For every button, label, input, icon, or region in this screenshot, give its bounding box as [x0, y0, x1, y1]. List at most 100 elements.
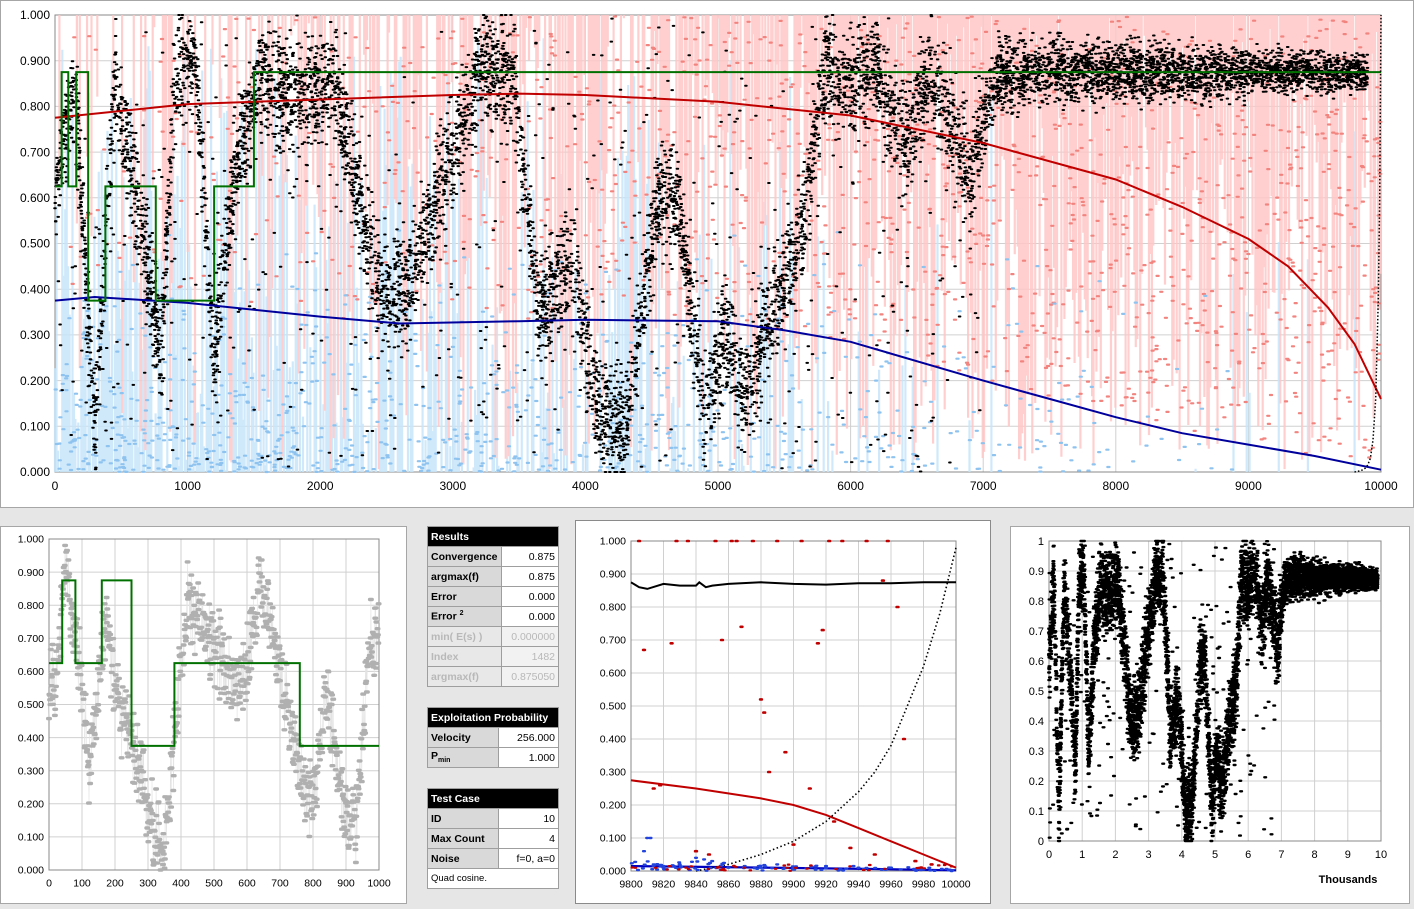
x-tick-label: 100: [73, 878, 91, 890]
velocity-value[interactable]: 256.000: [498, 727, 559, 748]
x-tick-label: 400: [172, 878, 190, 890]
velocity-label: Velocity: [427, 727, 499, 748]
y-tick-label: 1: [1038, 536, 1044, 548]
y-tick-label: 0.400: [18, 732, 44, 744]
y-tick-label: 0.800: [20, 100, 50, 114]
y-tick-label: 0.900: [18, 567, 44, 579]
test-case-note[interactable]: Quad cosine.: [427, 868, 559, 889]
y-tick-label: 0.300: [20, 328, 50, 342]
y-tick-label: 0.500: [600, 701, 626, 713]
y-tick-label: 0.600: [600, 668, 626, 680]
x-tick-label: 0: [46, 878, 52, 890]
test-id-value[interactable]: 10: [498, 808, 559, 829]
y-tick-label: 0.9: [1029, 566, 1044, 578]
zoom-chart-panel[interactable]: 0.000 0.100 0.200 0.300 0.400 0.500 0.600 0.700…: [575, 520, 991, 904]
x-tick-label: 10: [1375, 849, 1387, 861]
row-label: min( E(s) ): [427, 626, 502, 647]
index-value[interactable]: 1482: [500, 646, 560, 667]
x-tick-label: 600: [238, 878, 256, 890]
main-chart: 0.000 0.100 0.200 0.300 0.400 0.500 0.600 0.700…: [1, 1, 1413, 507]
overview-chart: 00.10.20.30.40.50.60.70.80.910 1 2 3 4 5 6 7 8 9 1…: [1011, 527, 1409, 903]
main-chart-panel[interactable]: 0.000 0.100 0.200 0.300 0.400 0.500 0.600 0.700…: [0, 0, 1414, 508]
y-tick-label: 0.4: [1029, 716, 1044, 728]
row-label: ID: [427, 808, 499, 829]
y-tick-label: 0.5: [1029, 686, 1044, 698]
error-value[interactable]: 0.000: [500, 586, 560, 607]
min-es-value[interactable]: 0.000000: [500, 626, 560, 647]
x-tick-label: 1000: [367, 878, 391, 890]
y-tick-label: 0.6: [1029, 656, 1044, 668]
exploitation-table: Exploitation Probability Velocity 256.000…: [427, 707, 559, 768]
x-tick-label: 9: [1345, 849, 1351, 861]
x-axis-label: Thousands: [1319, 874, 1378, 886]
pmin-value[interactable]: 1.000: [498, 747, 559, 768]
y-tick-label: 0.500: [18, 699, 44, 711]
error-sq-label: Error: [431, 610, 457, 623]
y-tick-label: 0.200: [20, 374, 50, 388]
y-tick-label: 0.000: [600, 866, 626, 878]
row-label: Error: [427, 586, 502, 607]
y-tick-label: 0.700: [600, 635, 626, 647]
x-tick-label: 9920: [814, 879, 838, 891]
overview-chart-panel[interactable]: 0 0.1 0.2 0.3 0.4 0.5 0.6 0.7 0.8 0.9 1 0 1 2 3 4 5 6 7 8 9 1…: [1010, 526, 1410, 904]
y-tick-label: 0.900: [600, 569, 626, 581]
x-tick-label: 8: [1312, 849, 1318, 861]
detail-chart-panel[interactable]: 0.000 0.100 0.200 0.300 0.400 0.500 0.600 0.700…: [0, 526, 407, 904]
y-tick-label: 0.500: [20, 237, 50, 251]
x-tick-label: 9940: [847, 879, 871, 891]
x-tick-label: 0: [1046, 849, 1052, 861]
x-tick-label: 500: [205, 878, 223, 890]
y-tick-label: 0.800: [600, 602, 626, 614]
y-tick-label: 0: [1038, 836, 1044, 848]
row-label: Max Count: [427, 828, 499, 849]
row-label: argmax(f): [427, 566, 502, 587]
x-tick-label: 9980: [912, 879, 936, 891]
y-tick-label: 0.700: [18, 633, 44, 645]
row-label: argmax(f): [427, 666, 502, 687]
x-tick-label: 9820: [652, 879, 676, 891]
row-label: Index: [427, 646, 502, 667]
x-tick-label: 200: [106, 878, 124, 890]
x-tick-label: 3000: [439, 479, 466, 493]
test-case-table: Test Case ID 10 Max Count 4 Noise f=0, a=0 …: [427, 788, 559, 889]
argmax-value[interactable]: 0.875: [500, 566, 560, 587]
y-tick-label: 0.8: [1029, 596, 1044, 608]
y-tick-label: 0.300: [600, 767, 626, 779]
error-sq-sup: 2: [459, 610, 464, 618]
x-tick-label: 6: [1245, 849, 1251, 861]
x-tick-label: 9860: [717, 879, 741, 891]
x-tick-label: 0: [52, 479, 59, 493]
noise-value[interactable]: f=0, a=0: [498, 848, 559, 869]
results-header: Results: [427, 526, 559, 547]
x-tick-label: 1000: [174, 479, 201, 493]
x-tick-label: 7000: [970, 479, 997, 493]
y-tick-label: 0.200: [600, 800, 626, 812]
x-tick-label: 5000: [705, 479, 732, 493]
x-tick-label: 9900: [782, 879, 806, 891]
x-tick-label: 10000: [941, 879, 970, 891]
y-tick-label: 0.2: [1029, 776, 1044, 788]
x-tick-label: 2000: [307, 479, 334, 493]
pmin-label-text: P: [431, 750, 439, 763]
zoom-chart: 0.000 0.100 0.200 0.300 0.400 0.500 0.600 0.700…: [576, 521, 990, 903]
x-tick-label: 5: [1212, 849, 1218, 861]
x-tick-label: 9000: [1235, 479, 1262, 493]
chart-background: [576, 521, 990, 903]
x-tick-label: 10000: [1364, 479, 1398, 493]
y-tick-label: 0.1: [1029, 806, 1044, 818]
y-tick-label: 0.400: [20, 282, 50, 296]
y-tick-label: 0.800: [18, 600, 44, 612]
max-count-value[interactable]: 4: [498, 828, 559, 849]
results-table: Results Convergence 0.875 argmax(f) 0.875 …: [427, 526, 560, 687]
y-tick-label: 1.000: [20, 8, 50, 22]
y-tick-label: 0.000: [20, 465, 50, 479]
x-tick-label: 300: [139, 878, 157, 890]
x-tick-label: 7: [1278, 849, 1284, 861]
x-tick-label: 4: [1179, 849, 1185, 861]
y-tick-label: 0.100: [20, 420, 50, 434]
error-sq-value[interactable]: 0.000: [500, 606, 560, 627]
convergence-value[interactable]: 0.875: [500, 546, 560, 567]
x-tick-label: 6000: [837, 479, 864, 493]
exploitation-header: Exploitation Probability: [427, 707, 559, 728]
argmax-precise-value[interactable]: 0.875050: [500, 666, 560, 687]
